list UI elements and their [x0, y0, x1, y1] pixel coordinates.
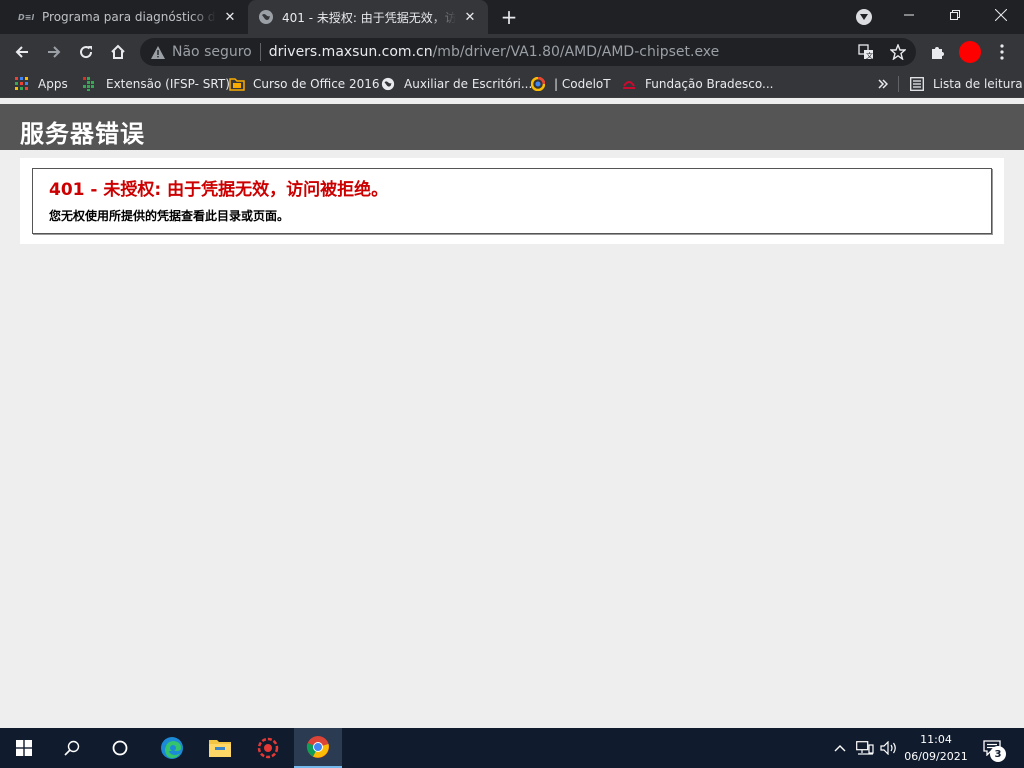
tab-title: 401 - 未授权: 由于凭据无效，访问 [282, 10, 456, 25]
globe-icon [258, 9, 274, 25]
new-tab-button[interactable]: + [498, 7, 520, 29]
bookmark-label: Auxiliar de Escritóri... [404, 77, 533, 91]
bookmark-label: Fundação Bradesco... [645, 77, 774, 91]
bookmark-auxiliar[interactable]: Auxiliar de Escritóri... [380, 75, 532, 93]
clock-time: 11:04 [920, 733, 952, 746]
close-tab-icon[interactable]: ✕ [222, 9, 238, 25]
error-title: 401 - 未授权: 由于凭据无效，访问被拒绝。 [49, 180, 389, 200]
dell-logo-icon: D≡ll [18, 9, 34, 25]
extensions-puzzle-icon[interactable] [926, 40, 950, 64]
url-host: drivers.maxsun.com.cn [268, 44, 433, 60]
bookmark-label: | CodeloT [554, 77, 611, 91]
close-tab-icon[interactable]: ✕ [462, 9, 478, 25]
bookmark-star-icon[interactable] [888, 44, 908, 60]
restore-icon[interactable] [932, 0, 978, 30]
apps-grid-icon [14, 76, 30, 92]
codeiot-icon [530, 76, 546, 92]
network-icon[interactable] [854, 728, 876, 768]
windows-taskbar: 11:04 06/09/2021 [0, 728, 1024, 768]
clock-date: 06/09/2021 [904, 750, 968, 763]
tab-title: Programa para diagnóstico de ha [42, 10, 216, 24]
page-title: 服务器错误 [20, 120, 145, 148]
close-window-icon[interactable] [978, 0, 1024, 30]
bookmark-bradesco[interactable]: Fundação Bradesco... [621, 75, 773, 93]
translate-icon[interactable]: 文 [856, 44, 876, 60]
edge-browser-icon[interactable] [148, 728, 196, 768]
bookmark-label: Extensão (IFSP- SRT) [106, 77, 230, 91]
home-icon[interactable] [106, 40, 130, 64]
system-clock[interactable]: 11:04 06/09/2021 [898, 731, 974, 765]
error-content: 401 - 未授权: 由于凭据无效，访问被拒绝。 您无权使用所提供的凭据查看此目… [20, 158, 1004, 244]
error-fieldset: 401 - 未授权: 由于凭据无效，访问被拒绝。 您无权使用所提供的凭据查看此目… [32, 168, 992, 234]
show-hidden-icons-chevron-icon[interactable] [830, 728, 850, 768]
folder-icon [229, 76, 245, 92]
tab-401-error[interactable]: 401 - 未授权: 由于凭据无效，访问 ✕ [248, 0, 488, 34]
forward-arrow-icon[interactable] [42, 40, 66, 64]
file-explorer-icon[interactable] [196, 728, 244, 768]
ifsp-icon [82, 76, 98, 92]
error-description: 您无权使用所提供的凭据查看此目录或页面。 [49, 209, 290, 223]
minimize-icon[interactable] [886, 0, 932, 30]
bookmark-label: Curso de Office 2016 [253, 77, 380, 91]
globe-icon [380, 76, 396, 92]
bookmark-ifsp[interactable]: Extensão (IFSP- SRT) [82, 75, 230, 93]
more-bookmarks-icon[interactable] [878, 75, 888, 93]
menu-kebab-icon[interactable] [990, 40, 1014, 64]
profile-avatar[interactable] [959, 41, 981, 63]
search-icon[interactable] [48, 728, 96, 768]
volume-icon[interactable] [878, 728, 900, 768]
bookmarks-bar: Apps Extensão (IFSP- SRT) Curso de Offic… [0, 70, 1024, 98]
omnibox-separator [259, 43, 261, 61]
bradesco-icon [621, 76, 637, 92]
chrome-browser-icon[interactable] [294, 728, 342, 768]
reading-list-button[interactable]: Lista de leitura [909, 75, 1023, 93]
bookmarks-separator [898, 76, 899, 92]
address-bar[interactable]: Não seguro drivers.maxsun.com.cn/mb/driv… [140, 38, 916, 66]
svg-text:D≡ll: D≡ll [18, 13, 34, 22]
bookmark-apps[interactable]: Apps [14, 75, 68, 93]
bookmark-codeiot[interactable]: | CodeloT [530, 75, 611, 93]
security-label[interactable]: Não seguro [172, 44, 252, 60]
back-arrow-icon[interactable] [10, 40, 34, 64]
windows-start-icon[interactable] [0, 728, 48, 768]
reload-icon[interactable] [74, 40, 98, 64]
notification-count-badge: 3 [990, 746, 1006, 762]
bookmark-office-course[interactable]: Curso de Office 2016 [229, 75, 380, 93]
url-path: /mb/driver/VA1.80/AMD/AMD-chipset.exe [432, 44, 720, 60]
tab-dell-diagnostics[interactable]: D≡ll Programa para diagnóstico de ha ✕ [8, 0, 248, 34]
page-viewport: 服务器错误 401 - 未授权: 由于凭据无效，访问被拒绝。 您无权使用所提供的… [0, 98, 1024, 728]
browser-toolbar: Não seguro drivers.maxsun.com.cn/mb/driv… [0, 34, 1024, 70]
reading-list-icon [909, 76, 925, 92]
svg-text:文: 文 [866, 51, 873, 60]
server-error-header: 服务器错误 [0, 104, 1024, 150]
tab-search-icon[interactable] [856, 9, 872, 25]
bookmark-label: Apps [38, 77, 68, 91]
reading-list-label: Lista de leitura [933, 77, 1023, 91]
warning-triangle-icon[interactable] [150, 44, 166, 60]
app-red-gear-icon[interactable] [244, 728, 292, 768]
tab-strip: D≡ll Programa para diagnóstico de ha ✕ 4… [0, 0, 1024, 34]
task-view-icon[interactable] [96, 728, 144, 768]
